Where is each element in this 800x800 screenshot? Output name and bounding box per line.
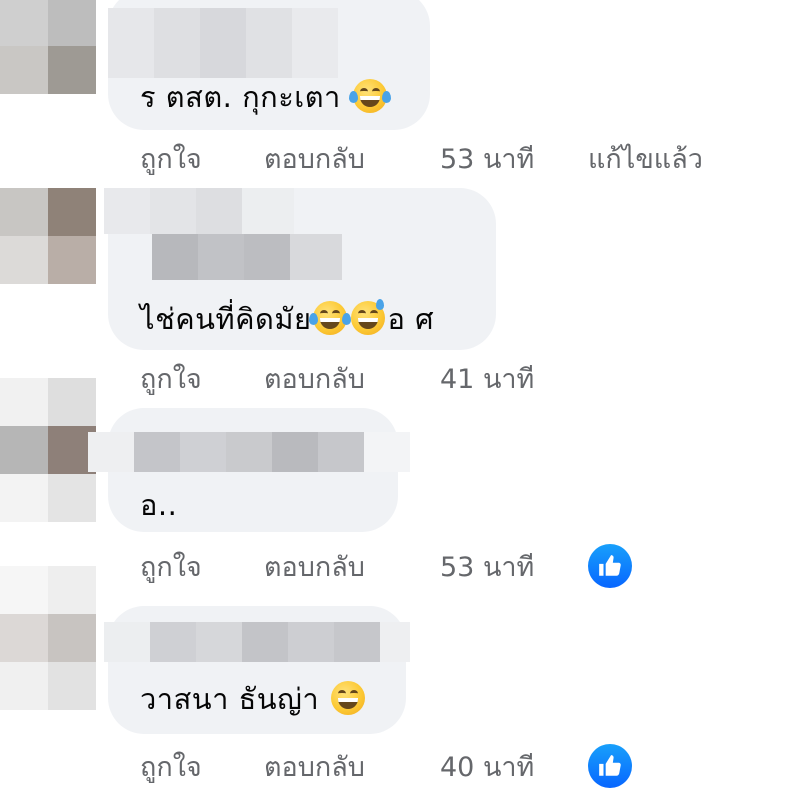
- like-link[interactable]: ถูกใจ: [140, 357, 264, 400]
- blurred-author-name[interactable]: [108, 8, 338, 78]
- timestamp[interactable]: 53 นาที: [440, 545, 588, 588]
- comment-actions: ถูกใจ ตอบกลับ 53 นาที: [140, 546, 588, 586]
- comment-bubble: อ..: [88, 408, 410, 532]
- tears-of-joy-emoji: [309, 301, 352, 335]
- reply-link[interactable]: ตอบกลับ: [264, 745, 440, 788]
- avatar[interactable]: [0, 566, 96, 710]
- tears-of-joy-emoji: [348, 79, 391, 113]
- comment-text: ไช่คนที่คิดมัย อ ศ: [140, 296, 434, 342]
- comment-text: วาสนา ธันญ่า: [140, 676, 367, 722]
- blurred-author-name[interactable]: [104, 188, 294, 234]
- timestamp[interactable]: 53 นาที: [440, 137, 588, 180]
- like-link[interactable]: ถูกใจ: [140, 545, 264, 588]
- comment-actions: ถูกใจ ตอบกลับ 41 นาที: [140, 358, 588, 398]
- comment-text: ร ตสต. กุกะเตา: [140, 74, 391, 120]
- timestamp[interactable]: 40 นาที: [440, 745, 588, 788]
- comment-thread: ร ตสต. กุกะเตา ถูกใจ ตอบกลับ 53 นาที แก้…: [0, 0, 800, 800]
- reply-link[interactable]: ตอบกลับ: [264, 357, 440, 400]
- blurred-author-name: [152, 234, 342, 280]
- avatar[interactable]: [0, 378, 96, 522]
- comment-bubble: ไช่คนที่คิดมัย อ ศ: [104, 188, 496, 350]
- grinning-sweat-emoji: [351, 299, 386, 335]
- like-link[interactable]: ถูกใจ: [140, 137, 264, 180]
- blurred-author-name[interactable]: [88, 432, 410, 472]
- comment-actions: ถูกใจ ตอบกลับ 40 นาที: [140, 746, 588, 786]
- comment-bubble: วาสนา ธันญ่า: [104, 606, 410, 734]
- timestamp[interactable]: 41 นาที: [440, 357, 588, 400]
- comment-actions: ถูกใจ ตอบกลับ 53 นาที แก้ไขแล้ว: [140, 138, 703, 178]
- reply-link[interactable]: ตอบกลับ: [264, 545, 440, 588]
- edited-label[interactable]: แก้ไขแล้ว: [588, 137, 703, 180]
- comment-bubble: ร ตสต. กุกะเตา: [108, 0, 430, 130]
- avatar[interactable]: [0, 188, 96, 284]
- thumbs-up-icon[interactable]: [588, 744, 632, 788]
- reply-link[interactable]: ตอบกลับ: [264, 137, 440, 180]
- comment-text: อ..: [140, 488, 178, 522]
- like-link[interactable]: ถูกใจ: [140, 745, 264, 788]
- avatar[interactable]: [0, 0, 96, 94]
- beaming-grin-emoji: [330, 681, 365, 715]
- blurred-author-name[interactable]: [104, 622, 410, 662]
- thumbs-up-icon[interactable]: [588, 544, 632, 588]
